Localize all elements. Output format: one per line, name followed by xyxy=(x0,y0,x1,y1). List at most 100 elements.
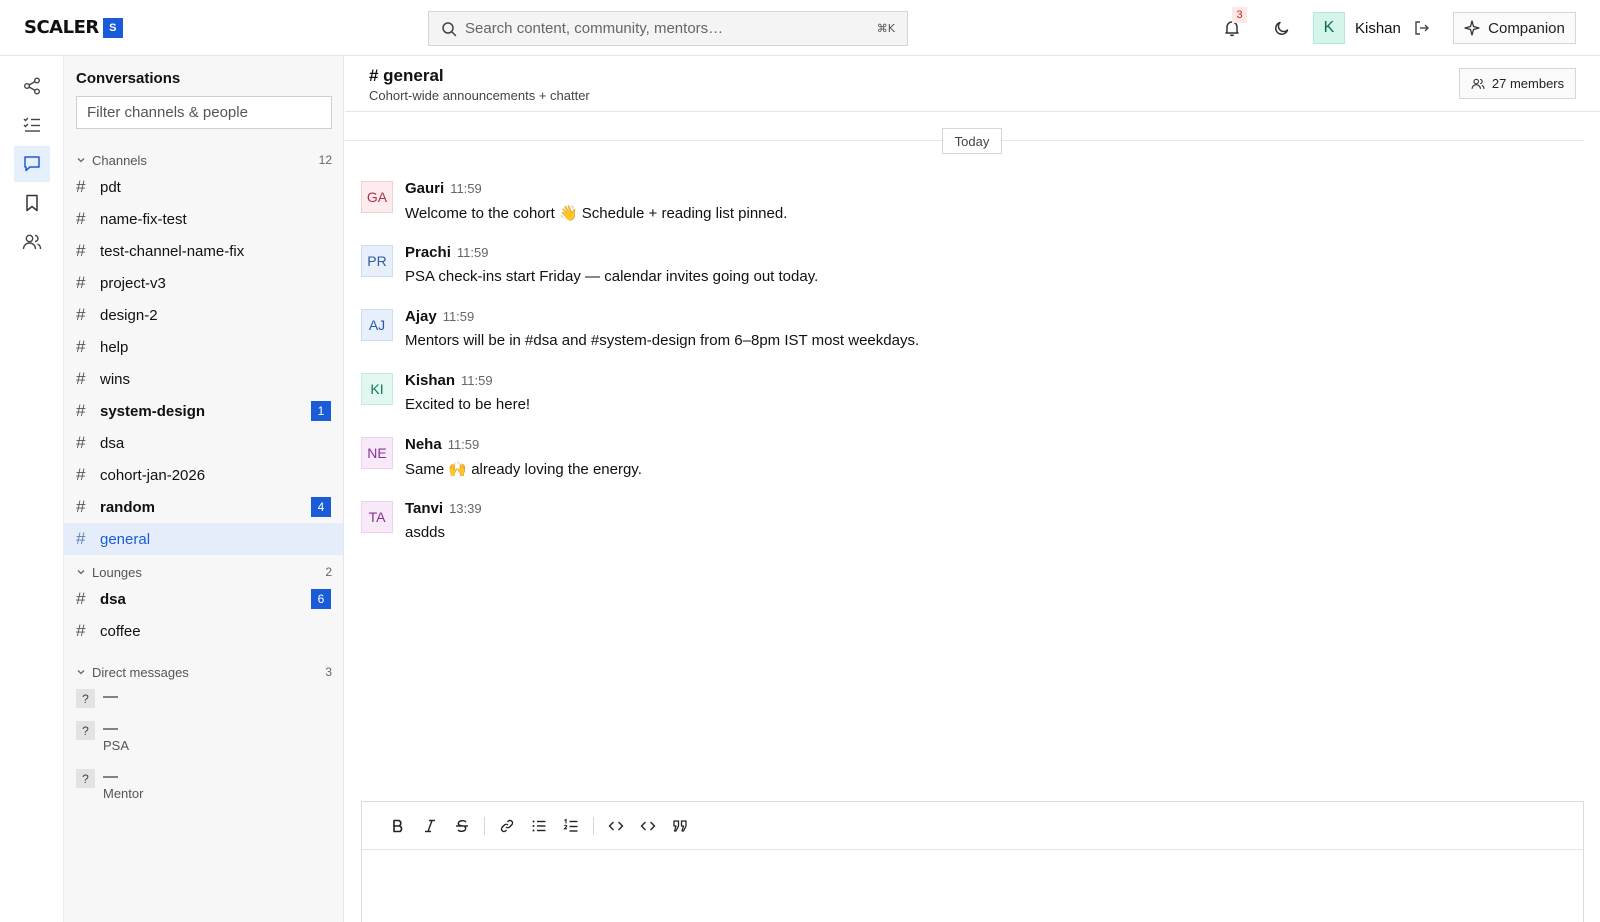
unread-badge: 6 xyxy=(311,589,331,609)
lounges-section-header[interactable]: Lounges 2 xyxy=(76,563,332,581)
channel-item-pdt[interactable]: # pdt xyxy=(64,171,343,203)
channel-item-project-v3[interactable]: # project-v3 xyxy=(64,267,343,299)
channel-item-cohort-jan-2026[interactable]: # cohort-jan-2026 xyxy=(64,459,343,491)
author-name[interactable]: Kishan xyxy=(405,372,455,389)
channel-item-design-2[interactable]: # design-2 xyxy=(64,299,343,331)
companion-button[interactable]: Companion xyxy=(1453,12,1576,44)
message: TA Tanvi 13:39 asdds xyxy=(361,500,1561,557)
channel-item-dsa[interactable]: # dsa xyxy=(64,427,343,459)
dm-text: — Mentor xyxy=(103,768,143,802)
channel-label: cohort-jan-2026 xyxy=(100,466,206,484)
channel-label: name-fix-test xyxy=(100,210,187,228)
filter-channels-input[interactable] xyxy=(76,96,332,129)
logo[interactable]: SCALER S xyxy=(24,17,123,38)
message-author: Gauri 11:59 xyxy=(405,180,482,197)
message-time: 11:59 xyxy=(447,437,480,452)
avatar: ? xyxy=(76,689,95,708)
author-name[interactable]: Gauri xyxy=(405,180,444,197)
section-count: 2 xyxy=(325,565,332,579)
channel-item-test-channel-name-fix[interactable]: # test-channel-name-fix xyxy=(64,235,343,267)
italic-button[interactable] xyxy=(414,810,446,842)
channel-item-coffee[interactable]: # coffee xyxy=(64,615,343,647)
strikethrough-button[interactable] xyxy=(446,810,478,842)
quote-button[interactable] xyxy=(664,810,696,842)
message-time: 11:59 xyxy=(456,245,489,260)
message-text: Welcome to the cohort 👋 Schedule + readi… xyxy=(405,205,788,222)
section-count: 12 xyxy=(318,153,332,167)
rail-people[interactable] xyxy=(14,224,50,260)
avatar[interactable]: PR xyxy=(361,245,393,277)
message-text: Excited to be here! xyxy=(405,396,531,413)
message-editor[interactable] xyxy=(362,851,1583,922)
top-bar: SCALER S ⌘K 3 K Kishan Companion xyxy=(0,0,1600,56)
avatar[interactable]: GA xyxy=(361,181,393,213)
channel-item-system-design[interactable]: # system-design 1 xyxy=(64,395,343,427)
dm-item[interactable]: ? — PSA xyxy=(76,720,332,754)
bullet-list-button[interactable] xyxy=(523,810,555,842)
notifications-badge: 3 xyxy=(1232,7,1247,23)
rail-chat[interactable] xyxy=(14,146,50,182)
channel-item-random[interactable]: # random 4 xyxy=(64,491,343,523)
channel-item-help[interactable]: # help xyxy=(64,331,343,363)
avatar[interactable]: NE xyxy=(361,437,393,469)
avatar[interactable]: TA xyxy=(361,501,393,533)
search-input[interactable] xyxy=(465,20,869,37)
search-icon xyxy=(441,21,457,37)
channel-label: system-design xyxy=(100,402,206,420)
user-menu[interactable]: K Kishan xyxy=(1313,12,1401,44)
avatar[interactable]: KI xyxy=(361,373,393,405)
theme-toggle-button[interactable] xyxy=(1270,16,1294,40)
italic-icon xyxy=(422,818,438,834)
inline-code-button[interactable] xyxy=(600,810,632,842)
channel-label: pdt xyxy=(100,178,121,196)
hash-icon: # xyxy=(76,465,86,484)
chevron-down-icon xyxy=(76,667,92,677)
day-divider: Today xyxy=(942,128,1002,154)
section-count: 3 xyxy=(325,665,332,679)
message: PR Prachi 11:59 PSA check-ins start Friday … xyxy=(361,244,1561,301)
logout-button[interactable] xyxy=(1410,16,1434,40)
message: NE Neha 11:59 Same 🙌 already loving the ene… xyxy=(361,436,1561,493)
message-author: Prachi 11:59 xyxy=(405,244,488,261)
numbered-list-button[interactable] xyxy=(555,810,587,842)
hash-icon: # xyxy=(76,337,86,356)
author-name[interactable]: Tanvi xyxy=(405,500,443,517)
dm-name: — xyxy=(103,768,118,785)
channel-item-name-fix-test[interactable]: # name-fix-test xyxy=(64,203,343,235)
hash-icon: # xyxy=(76,177,86,196)
author-name[interactable]: Neha xyxy=(405,436,442,453)
dm-role: Mentor xyxy=(103,786,144,801)
author-name[interactable]: Prachi xyxy=(405,244,451,261)
channel-item-wins[interactable]: # wins xyxy=(64,363,343,395)
rail-bookmarks[interactable] xyxy=(14,185,50,221)
avatar[interactable]: AJ xyxy=(361,309,393,341)
author-name[interactable]: Ajay xyxy=(405,308,437,325)
hash-icon: # xyxy=(76,241,86,260)
dm-item[interactable]: ? — Mentor xyxy=(76,768,332,802)
global-search[interactable]: ⌘K xyxy=(428,11,908,46)
message: KI Kishan 11:59 Excited to be here! xyxy=(361,372,1561,429)
dm-item[interactable]: ? — xyxy=(76,688,332,708)
bold-icon xyxy=(390,818,406,834)
rail-tasks[interactable] xyxy=(14,107,50,143)
hash-icon: # xyxy=(76,369,86,388)
members-button[interactable]: 27 members xyxy=(1459,68,1576,99)
unread-badge: 1 xyxy=(311,401,331,421)
bullet-list-icon xyxy=(531,818,547,834)
rail-share[interactable] xyxy=(14,68,50,104)
channel-item-dsa[interactable]: # dsa 6 xyxy=(64,583,343,615)
message-time: 11:59 xyxy=(461,373,493,388)
code-block-icon xyxy=(640,818,656,834)
channels-section-header[interactable]: Channels 12 xyxy=(76,151,332,169)
channel-item-general[interactable]: # general xyxy=(64,523,343,555)
direct-messages-section-header[interactable]: Direct messages 3 xyxy=(76,663,332,681)
hash-icon: # xyxy=(76,433,86,452)
link-button[interactable] xyxy=(491,810,523,842)
message: GA Gauri 11:59 Welcome to the cohort 👋 Sche… xyxy=(361,180,1561,237)
bold-button[interactable] xyxy=(382,810,414,842)
channel-label: general xyxy=(100,530,151,548)
hash-icon: # xyxy=(76,209,86,228)
message-composer xyxy=(361,801,1584,922)
code-block-button[interactable] xyxy=(632,810,664,842)
hash-icon: # xyxy=(76,589,86,608)
